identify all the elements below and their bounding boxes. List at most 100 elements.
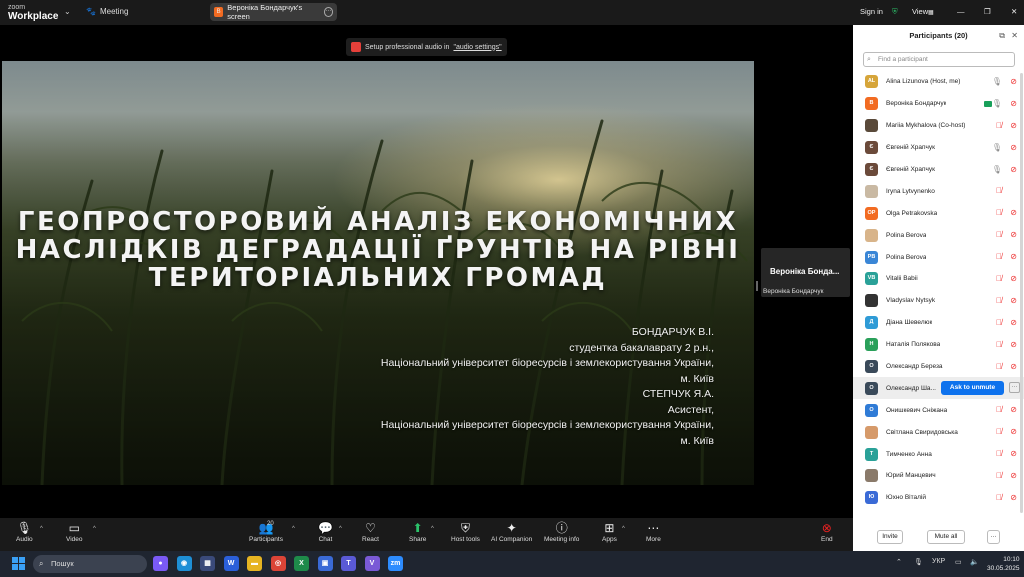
taskbar-app-icon[interactable]: ● xyxy=(153,556,168,571)
participant-row[interactable]: PB Polina Berova 🎙̸ ⊘ xyxy=(853,246,1024,268)
mic-muted-icon[interactable]: 🎙̸ xyxy=(996,208,1002,217)
panel-resize-handle[interactable] xyxy=(756,281,758,291)
taskbar-app-icon[interactable]: ▦ xyxy=(200,556,215,571)
mic-muted-icon[interactable]: 🎙̸ xyxy=(996,296,1002,305)
participant-row[interactable]: О Онишкевич Сніжана 🎙̸ ⊘ xyxy=(853,399,1024,421)
video-button[interactable]: ▭ Video xyxy=(66,521,83,543)
video-off-icon[interactable]: ⊘ xyxy=(1010,405,1017,414)
meeting-info-button[interactable]: ⓘ Meeting info xyxy=(544,521,579,543)
video-off-icon[interactable]: ⊘ xyxy=(1010,449,1017,458)
mic-muted-icon[interactable]: 🎙̸ xyxy=(996,186,1002,195)
taskbar-clock[interactable]: 10:10 30.05.2025 xyxy=(987,555,1020,573)
end-button[interactable]: ⊗ End xyxy=(821,521,833,543)
video-off-icon[interactable]: ⊘ xyxy=(1010,318,1017,327)
react-button[interactable]: ♡ React xyxy=(362,521,379,543)
video-off-icon[interactable]: ⊘ xyxy=(1010,252,1017,261)
view-grid-icon[interactable]: ▦ xyxy=(928,9,934,16)
mic-muted-icon[interactable]: 🎙̸ xyxy=(996,340,1002,349)
ai-companion-button[interactable]: ✦ AI Companion xyxy=(491,521,532,543)
video-off-icon[interactable]: ⊘ xyxy=(1010,165,1017,174)
taskbar-app-icon[interactable]: ◉ xyxy=(176,556,192,571)
participant-row[interactable]: Vladyslav Nytsyk 🎙̸ ⊘ xyxy=(853,290,1024,312)
microphone-icon[interactable]: 🎙 xyxy=(992,165,1002,174)
chat-button[interactable]: 💬 Chat xyxy=(318,521,333,543)
video-off-icon[interactable]: ⊘ xyxy=(1010,362,1017,371)
participant-row[interactable]: Д Діана Шевелюк 🎙̸ ⊘ xyxy=(853,312,1024,334)
taskbar-app-icon[interactable]: zm xyxy=(388,556,403,571)
mic-muted-icon[interactable]: 🎙̸ xyxy=(996,493,1002,502)
invite-button[interactable]: Invite xyxy=(877,530,903,544)
language-indicator[interactable]: УКР xyxy=(932,558,945,565)
restore-icon[interactable]: ❐ xyxy=(984,7,991,16)
mic-muted-icon[interactable]: 🎙̸ xyxy=(996,471,1002,480)
microphone-icon[interactable]: 🎙 xyxy=(992,143,1002,152)
mic-muted-icon[interactable]: 🎙̸ xyxy=(996,274,1002,283)
video-off-icon[interactable]: ⊘ xyxy=(1010,340,1017,349)
microphone-icon[interactable]: 🎙 xyxy=(992,77,1002,86)
more-options-button[interactable]: ··· xyxy=(987,530,1000,544)
presenter-video-thumbnail[interactable]: Вероніка Бонда... Вероніка Бондарчук xyxy=(761,248,850,297)
more-button[interactable]: ⋯ More xyxy=(646,521,661,543)
participant-more-button[interactable]: ··· xyxy=(1009,382,1020,394)
participants-options-caret[interactable]: ^ xyxy=(292,526,295,532)
participant-row[interactable]: Iryna Lytvynenko 🎙̸ xyxy=(853,180,1024,202)
mic-muted-icon[interactable]: 🎙̸ xyxy=(996,121,1002,130)
ask-to-unmute-button[interactable]: Ask to unmute xyxy=(941,381,1004,396)
mic-muted-icon[interactable]: 🎙̸ xyxy=(996,252,1002,261)
participant-row[interactable]: Є Євгеній Храпчук 🎙 ⊘ xyxy=(853,159,1024,181)
volume-icon[interactable]: 🔈 xyxy=(970,558,979,566)
video-off-icon[interactable]: ⊘ xyxy=(1010,230,1017,239)
meeting-menu[interactable]: 🐾 Meeting xyxy=(86,7,128,16)
taskbar-app-icon[interactable]: T xyxy=(341,556,356,571)
mic-muted-icon[interactable]: 🎙̸ xyxy=(996,427,1002,436)
shield-icon[interactable]: ⛨ xyxy=(892,7,898,17)
video-off-icon[interactable]: ⊘ xyxy=(1010,208,1017,217)
video-options-caret[interactable]: ^ xyxy=(93,526,96,532)
taskbar-app-icon[interactable]: ▬ xyxy=(247,556,262,571)
mute-all-button[interactable]: Mute all xyxy=(927,530,965,544)
participant-row[interactable]: О Олександр Береза 🎙̸ ⊘ xyxy=(853,356,1024,378)
audio-settings-link[interactable]: "audio settings" xyxy=(453,44,501,51)
close-icon[interactable]: ✕ xyxy=(1011,25,1018,47)
chat-options-caret[interactable]: ^ xyxy=(339,526,342,532)
participant-row[interactable]: Є Євгеній Храпчук 🎙 ⊘ xyxy=(853,137,1024,159)
participant-row[interactable]: AL Alina Lizunova (Host, me) 🎙 ⊘ xyxy=(853,71,1024,93)
sign-in-button[interactable]: Sign in xyxy=(860,7,883,16)
mic-muted-icon[interactable]: 🎙̸ xyxy=(996,318,1002,327)
windows-start-icon[interactable] xyxy=(12,557,25,570)
participant-row[interactable]: Polina Berova 🎙̸ ⊘ xyxy=(853,224,1024,246)
chevron-down-icon[interactable]: ⌄ xyxy=(64,7,71,16)
host-tools-button[interactable]: ⛨ Host tools xyxy=(451,521,480,543)
taskbar-app-icon[interactable]: X xyxy=(294,556,309,571)
participant-row[interactable]: О Олександр Ша... Ask to unmute ··· xyxy=(853,377,1024,400)
share-button[interactable]: ⬆ Share xyxy=(409,521,426,543)
taskbar-app-icon[interactable]: W xyxy=(223,556,239,571)
video-off-icon[interactable]: ⊘ xyxy=(1010,471,1017,480)
microphone-icon[interactable]: 🎙 xyxy=(914,558,923,566)
participant-search-input[interactable]: ⌕ Find a participant xyxy=(863,52,1015,67)
taskbar-app-icon[interactable]: ▣ xyxy=(317,556,333,571)
participant-row[interactable]: VB Vitalii Babii 🎙̸ ⊘ xyxy=(853,268,1024,290)
mic-muted-icon[interactable]: 🎙̸ xyxy=(996,405,1002,414)
video-off-icon[interactable]: ⊘ xyxy=(1010,121,1017,130)
mic-muted-icon[interactable]: 🎙̸ xyxy=(996,362,1002,371)
participant-row[interactable]: Ю Юхно Віталій 🎙̸ ⊘ xyxy=(853,487,1024,509)
chevron-up-icon[interactable]: ⌃ xyxy=(896,558,902,566)
apps-button[interactable]: ⊞ Apps xyxy=(602,521,617,543)
video-off-icon[interactable]: ⊘ xyxy=(1010,427,1017,436)
view-button[interactable]: View xyxy=(912,7,928,16)
video-off-icon[interactable]: ⊘ xyxy=(1010,99,1017,108)
minimize-icon[interactable]: — xyxy=(957,7,965,16)
participant-row[interactable]: Юрий Манцевич 🎙̸ ⊘ xyxy=(853,465,1024,487)
video-off-icon[interactable]: ⊘ xyxy=(1010,296,1017,305)
participant-row[interactable]: Світлана Свиридовська 🎙̸ ⊘ xyxy=(853,421,1024,443)
audio-options-caret[interactable]: ^ xyxy=(40,526,43,532)
more-options-icon[interactable]: ··· xyxy=(323,7,334,17)
taskbar-search[interactable]: ⌕ Пошук xyxy=(33,555,147,573)
video-off-icon[interactable]: ⊘ xyxy=(1010,77,1017,86)
microphone-icon[interactable]: 🎙 xyxy=(992,99,1002,108)
taskbar-app-icon[interactable]: ◎ xyxy=(270,556,286,571)
shared-screen-tab[interactable]: B Вероніка Бондарчук's screen ··· xyxy=(210,3,337,21)
participants-button[interactable]: 👥 20 Participants xyxy=(249,521,283,543)
participant-row[interactable]: OP Olga Petrakovska 🎙̸ ⊘ xyxy=(853,202,1024,224)
